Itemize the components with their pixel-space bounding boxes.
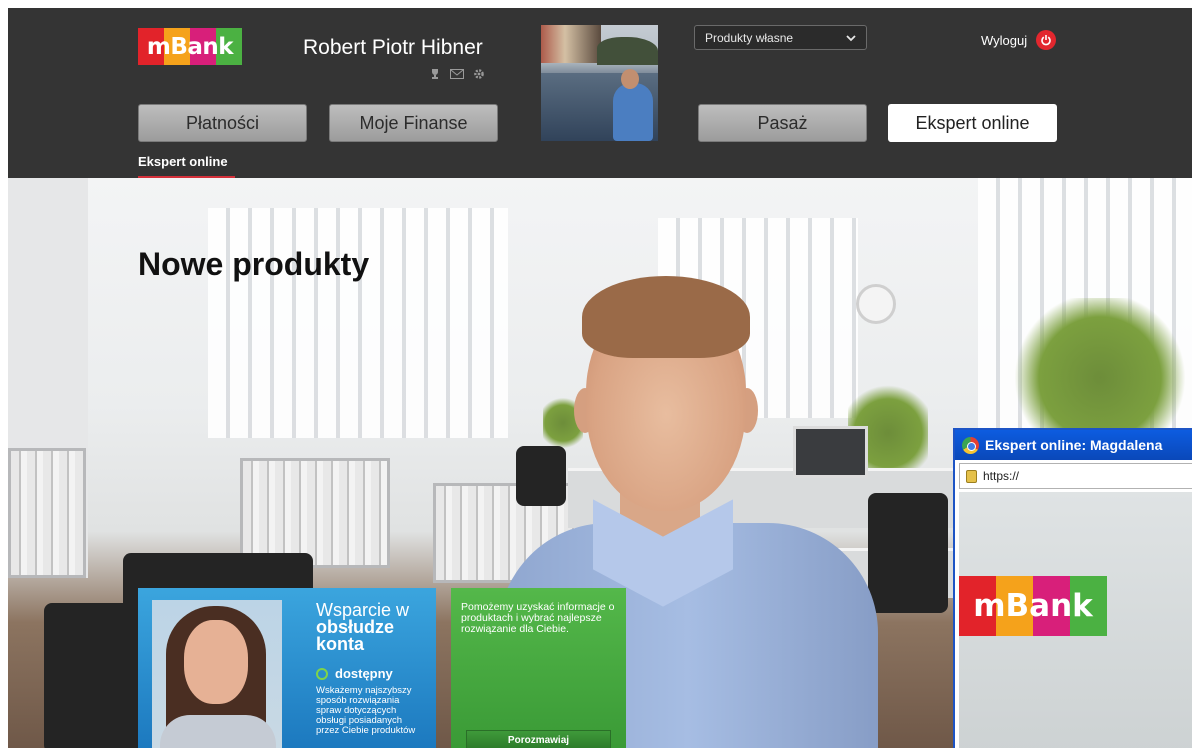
wall-clock <box>856 284 896 324</box>
chevron-down-icon <box>846 31 856 45</box>
lock-icon <box>966 469 977 483</box>
subnav-ekspert-online[interactable]: Ekspert online <box>138 154 228 169</box>
hero-title: Nowe produkty <box>138 246 370 282</box>
chat-card: Pomożemy uzyskać informacje o produktach… <box>451 588 626 748</box>
user-name: Robert Piotr Hibner <box>303 36 483 59</box>
user-icon-group <box>428 68 486 80</box>
start-chat-button[interactable]: Porozmawiaj <box>466 730 611 748</box>
popup-title-bar[interactable]: Ekspert online: Magdalena <box>955 430 1192 460</box>
chrome-icon <box>962 436 979 454</box>
office-window <box>208 208 508 438</box>
chair <box>868 493 948 613</box>
page: mBank Robert Piotr Hibner Produkty własn… <box>8 8 1192 748</box>
chat-popup-window[interactable]: Ekspert online: Magdalena https:// mBank <box>953 428 1192 748</box>
product-select-value: Produkty własne <box>705 30 794 45</box>
logout-label: Wyloguj <box>981 32 1028 48</box>
advisor-photo <box>152 600 282 748</box>
gear-icon[interactable] <box>472 68 486 80</box>
top-header: mBank Robert Piotr Hibner Produkty własn… <box>8 8 1192 179</box>
monitor <box>793 426 868 478</box>
popup-mbank-logo: mBank <box>959 576 1107 636</box>
nav-ekspert-online[interactable]: Ekspert online <box>888 104 1057 142</box>
nav-platnosci[interactable]: Płatności <box>138 104 307 142</box>
chair <box>516 446 566 506</box>
chair <box>44 603 148 748</box>
popup-video: mBank <box>959 492 1192 748</box>
support-card[interactable]: Wsparcie w obsłudze konta dostępny Wskaż… <box>138 588 436 748</box>
popup-address-bar[interactable]: https:// <box>959 463 1192 489</box>
nav-moje-finanse[interactable]: Moje Finanse <box>329 104 498 142</box>
logo-text: mBank <box>146 33 234 60</box>
logout-link[interactable]: Wyloguj <box>981 30 1057 50</box>
popup-title: Ekspert online: Magdalena <box>985 437 1163 453</box>
power-icon[interactable] <box>1036 30 1057 50</box>
support-card-title: Wsparcie w obsłudze konta <box>316 600 410 654</box>
support-card-description: Wskażemy najszybszy sposób rozwiązania s… <box>316 685 416 736</box>
mail-icon[interactable] <box>450 68 464 80</box>
status-badge: dostępny <box>316 666 393 681</box>
bookshelf <box>8 448 86 578</box>
product-select[interactable]: Produkty własne <box>694 25 867 50</box>
popup-url-text: https:// <box>983 469 1020 483</box>
nav-pasaz[interactable]: Pasaż <box>698 104 867 142</box>
user-avatar[interactable] <box>541 25 658 141</box>
mbank-logo[interactable]: mBank <box>138 28 242 65</box>
status-dot-icon <box>316 667 328 680</box>
bookshelf <box>240 458 390 568</box>
chat-card-text: Pomożemy uzyskać informacje o produktach… <box>461 601 615 635</box>
trophy-icon[interactable] <box>428 68 442 80</box>
